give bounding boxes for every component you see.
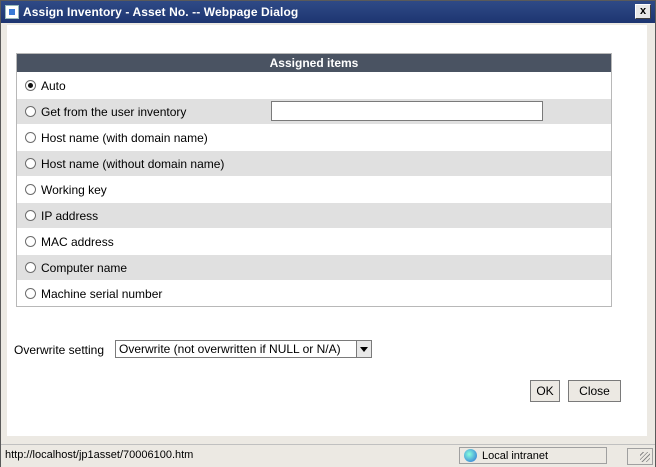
radio-host-with-domain[interactable] bbox=[25, 132, 36, 143]
radio-host-without-domain[interactable] bbox=[25, 158, 36, 169]
table-row: Machine serial number bbox=[17, 280, 611, 306]
option-label: MAC address bbox=[41, 235, 114, 249]
assigned-items-table: Assigned items Auto Get from the user in… bbox=[16, 53, 612, 307]
radio-mac-address[interactable] bbox=[25, 236, 36, 247]
radio-working-key[interactable] bbox=[25, 184, 36, 195]
option-label: Computer name bbox=[41, 261, 128, 275]
table-row: Auto bbox=[17, 72, 611, 98]
ie-page-icon bbox=[5, 5, 19, 19]
option-label: IP address bbox=[41, 209, 99, 223]
chevron-down-icon[interactable] bbox=[356, 341, 371, 357]
table-row: Host name (with domain name) bbox=[17, 124, 611, 150]
overwrite-select[interactable]: Overwrite (not overwritten if NULL or N/… bbox=[115, 340, 372, 358]
window-title: Assign Inventory - Asset No. -- Webpage … bbox=[23, 5, 299, 19]
ok-button[interactable]: OK bbox=[530, 380, 560, 402]
overwrite-label: Overwrite setting bbox=[14, 343, 105, 357]
option-label: Host name (without domain name) bbox=[41, 157, 225, 171]
option-label: Working key bbox=[41, 183, 107, 197]
option-label: Host name (with domain name) bbox=[41, 131, 208, 145]
table-row: MAC address bbox=[17, 228, 611, 254]
radio-computer-name[interactable] bbox=[25, 262, 36, 273]
table-row: Computer name bbox=[17, 254, 611, 280]
close-window-button[interactable]: x bbox=[635, 4, 651, 19]
dialog-content: Assigned items Auto Get from the user in… bbox=[7, 25, 647, 436]
globe-icon bbox=[464, 449, 477, 462]
close-button[interactable]: Close bbox=[568, 380, 621, 402]
radio-ip-address[interactable] bbox=[25, 210, 36, 221]
option-label: Get from the user inventory bbox=[41, 105, 187, 119]
status-url: http://localhost/jp1asset/70006100.htm bbox=[5, 449, 194, 461]
title-bar: Assign Inventory - Asset No. -- Webpage … bbox=[1, 1, 655, 23]
table-header: Assigned items bbox=[17, 54, 611, 72]
table-row: Working key bbox=[17, 176, 611, 202]
user-inventory-input[interactable] bbox=[271, 101, 543, 121]
overwrite-selected-value: Overwrite (not overwritten if NULL or N/… bbox=[119, 342, 341, 356]
table-row: Host name (without domain name) bbox=[17, 150, 611, 176]
radio-user-inventory[interactable] bbox=[25, 106, 36, 117]
resize-grip-icon[interactable] bbox=[627, 448, 653, 465]
radio-auto[interactable] bbox=[25, 80, 36, 91]
zone-label: Local intranet bbox=[482, 450, 549, 462]
option-label: Machine serial number bbox=[41, 287, 163, 301]
security-zone: Local intranet bbox=[459, 447, 607, 464]
radio-machine-serial[interactable] bbox=[25, 288, 36, 299]
table-row: Get from the user inventory bbox=[17, 98, 611, 124]
dialog-window: Assign Inventory - Asset No. -- Webpage … bbox=[0, 0, 656, 467]
table-row: IP address bbox=[17, 202, 611, 228]
status-bar: http://localhost/jp1asset/70006100.htm L… bbox=[1, 444, 655, 467]
option-label: Auto bbox=[41, 79, 66, 93]
